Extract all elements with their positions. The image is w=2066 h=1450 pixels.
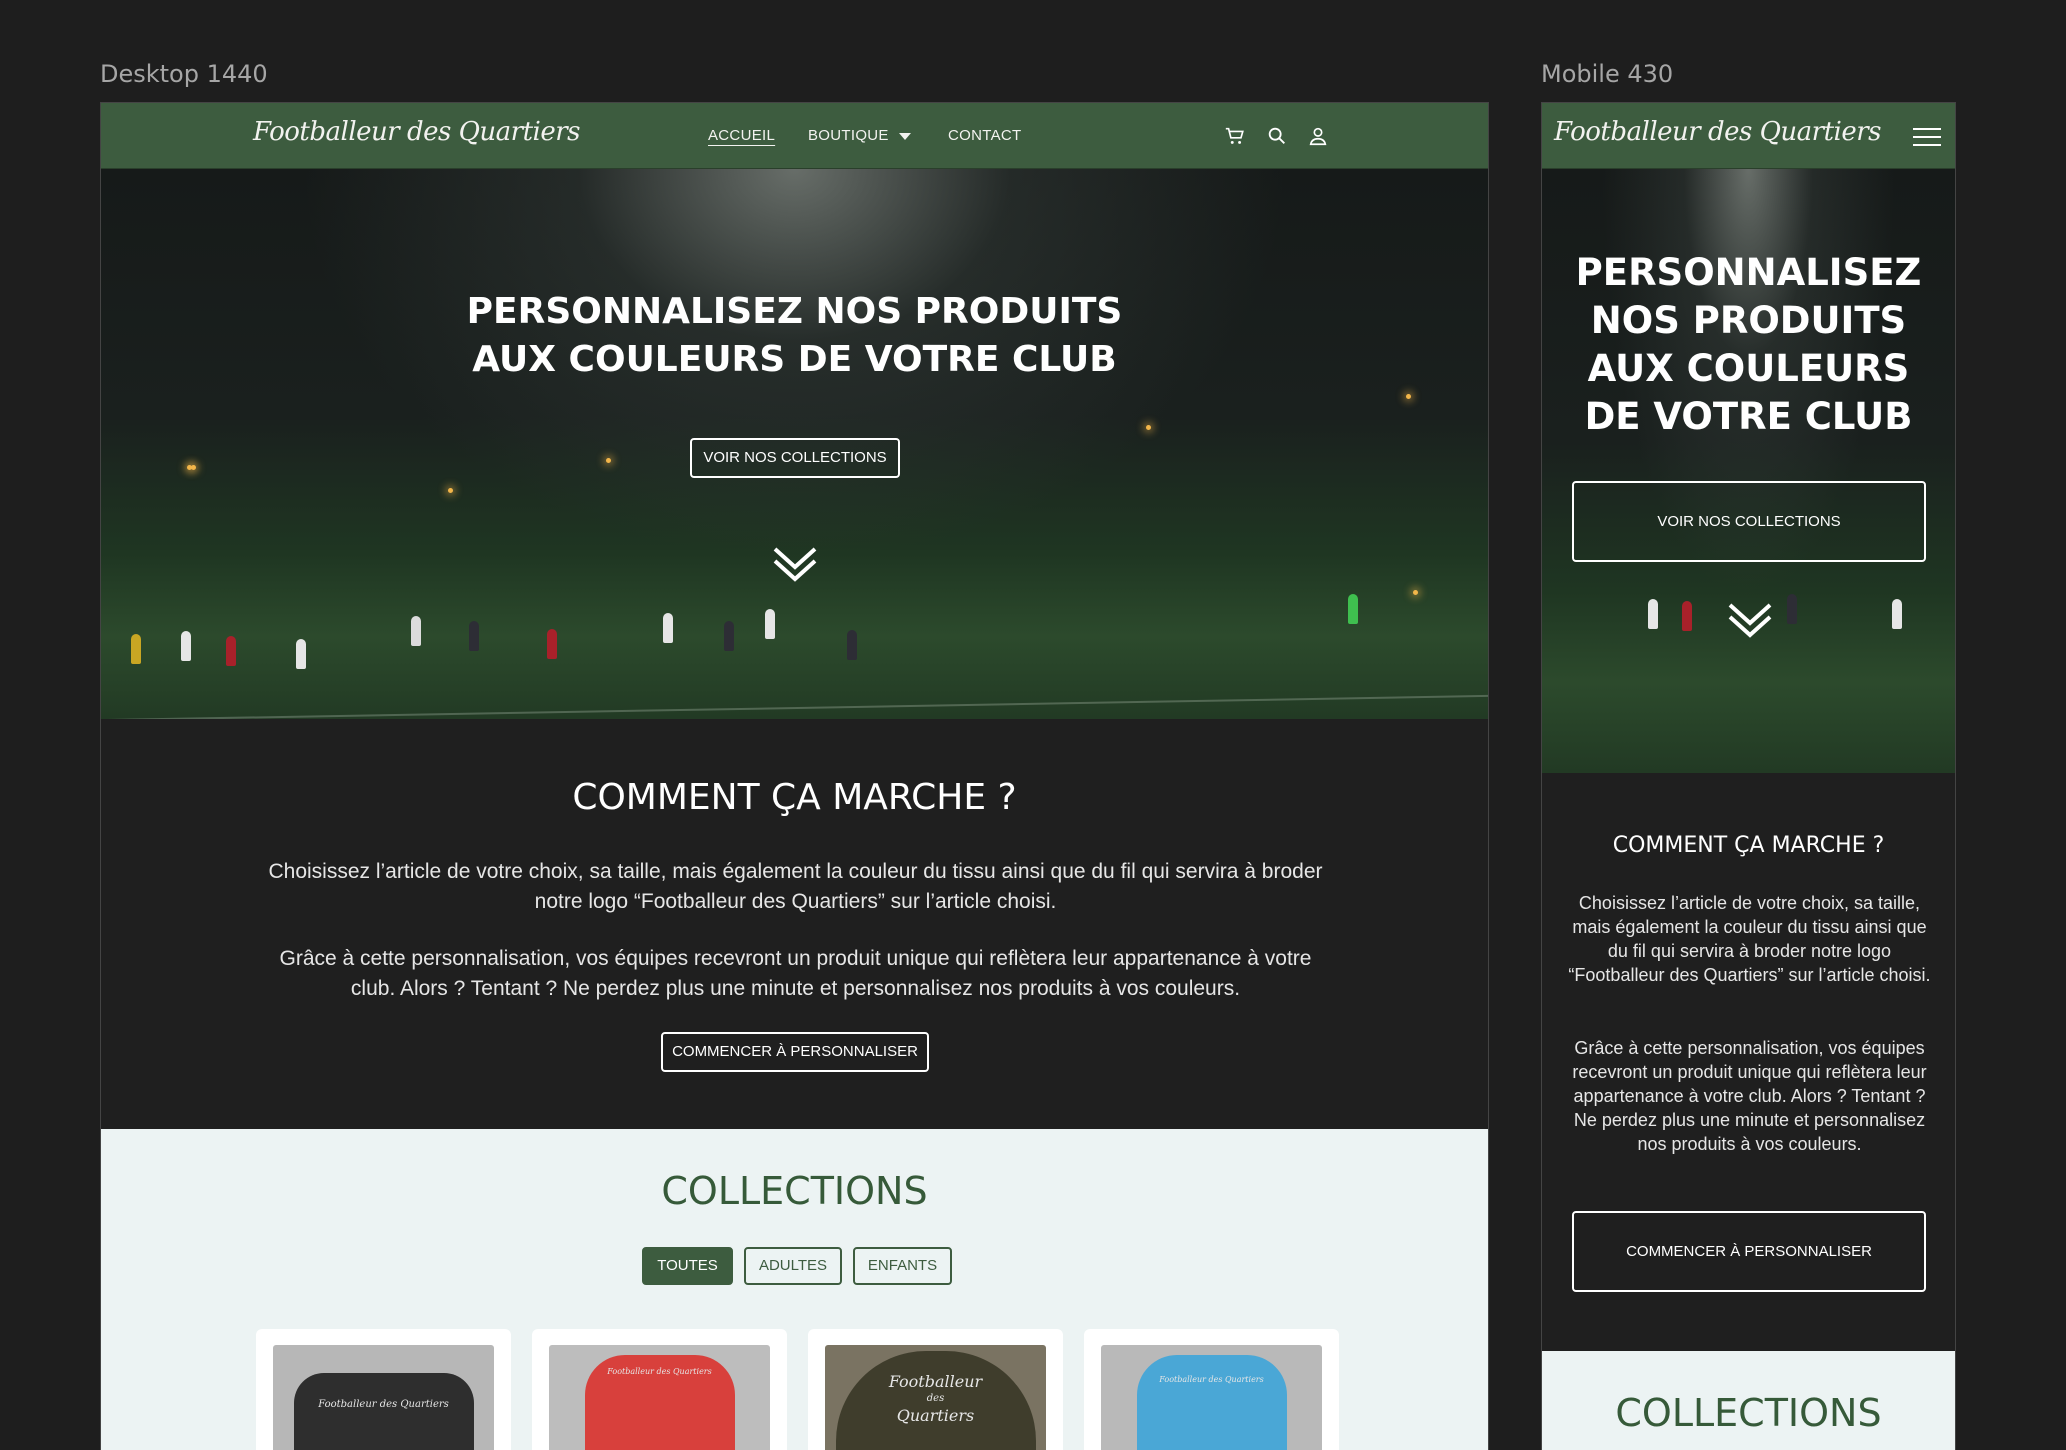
player-figure	[131, 634, 141, 664]
nav-contact[interactable]: CONTACT	[948, 127, 1021, 144]
hero-title-line: PERSONNALISEZ	[1575, 251, 1922, 294]
filter-enfants[interactable]: ENFANTS	[853, 1247, 952, 1285]
hero-title-line: NOS PRODUITS	[1590, 299, 1907, 342]
double-chevron-down-icon[interactable]	[1728, 601, 1772, 641]
search-icon[interactable]	[1266, 125, 1288, 147]
hero-title-line: AUX COULEURS DE VOTRE CLUB	[472, 339, 1117, 380]
hero-title-line: PERSONNALISEZ NOS PRODUITS	[466, 291, 1123, 332]
product-logo: Footballeur des Quartiers	[607, 1367, 712, 1376]
product-image: Footballeur des Quartiers	[825, 1345, 1046, 1450]
hero-title-line: DE VOTRE CLUB	[1584, 395, 1913, 438]
commencer-personnaliser-button[interactable]: COMMENCER À PERSONNALISER	[1572, 1211, 1926, 1292]
stadium-light	[1406, 394, 1411, 399]
product-card[interactable]: Footballeur des Quartiers	[256, 1329, 511, 1450]
user-icon[interactable]	[1307, 125, 1329, 147]
how-it-works-section: COMMENT ÇA MARCHE ? Choisissez l’article…	[101, 719, 1488, 1129]
player-figure	[1682, 601, 1692, 631]
player-figure	[847, 630, 857, 660]
how-paragraph-2: Grâce à cette personnalisation, vos équi…	[279, 947, 1312, 1000]
double-chevron-down-icon[interactable]	[773, 545, 817, 585]
chevron-down-icon	[898, 132, 911, 140]
hoodie-shape	[1136, 1355, 1287, 1450]
voir-collections-button[interactable]: VOIR NOS COLLECTIONS	[690, 438, 900, 478]
mobile-hero-banner: PERSONNALISEZ NOS PRODUITS AUX COULEURS …	[1542, 169, 1955, 773]
player-figure	[547, 629, 557, 659]
collections-section: COLLECTIONS TOUTES ADULTES ENFANTS Footb…	[101, 1129, 1488, 1450]
filter-toutes[interactable]: TOUTES	[642, 1247, 733, 1285]
player-figure	[226, 636, 236, 666]
player-figure	[1648, 599, 1658, 629]
mobile-frame-label: Mobile 430	[1541, 60, 1674, 88]
nav-accueil[interactable]: ACCUEIL	[708, 127, 775, 144]
how-paragraph-2: Grâce à cette personnalisation, vos équi…	[1572, 1038, 1927, 1154]
how-it-works-section: COMMENT ÇA MARCHE ? Choisissez l’article…	[1542, 773, 1955, 1351]
nav-boutique-label: BOUTIQUE	[808, 127, 889, 144]
site-header: Footballeur des Quartiers ACCUEIL BOUTIQ…	[101, 103, 1488, 169]
menu-bar	[1913, 136, 1941, 138]
filter-adultes[interactable]: ADULTES	[744, 1247, 842, 1285]
product-logo: Footballeur des Quartiers	[825, 1373, 1046, 1424]
player-figure	[1892, 599, 1902, 629]
stadium-light	[448, 488, 453, 493]
how-paragraph-1: Choisissez l’article de votre choix, sa …	[1568, 893, 1931, 985]
product-image: Footballeur des Quartiers	[1101, 1345, 1322, 1450]
t-shirt-shape	[293, 1373, 474, 1450]
nav-boutique[interactable]: BOUTIQUE	[808, 127, 911, 144]
cap-logo-line: Footballeur	[888, 1372, 983, 1391]
collections-title: COLLECTIONS	[661, 1169, 928, 1213]
player-figure	[1787, 594, 1797, 624]
mobile-header: Footballeur des Quartiers	[1542, 103, 1955, 169]
player-figure	[411, 616, 421, 646]
desktop-frame: Footballeur des Quartiers ACCUEIL BOUTIQ…	[100, 102, 1489, 1450]
menu-bar	[1913, 144, 1941, 146]
product-image: Footballeur des Quartiers	[273, 1345, 494, 1450]
menu-icon[interactable]	[1913, 128, 1941, 146]
commencer-personnaliser-button[interactable]: COMMENCER À PERSONNALISER	[661, 1032, 929, 1072]
brand-logo[interactable]: Footballeur des Quartiers	[253, 117, 581, 147]
field-line	[101, 694, 1488, 719]
player-figure	[181, 631, 191, 661]
hero-title: PERSONNALISEZ NOS PRODUITS AUX COULEURS …	[101, 288, 1488, 384]
mobile-frame: Footballeur des Quartiers PERSONNALISEZ …	[1541, 102, 1956, 1450]
player-figure	[724, 621, 734, 651]
player-figure	[663, 613, 673, 643]
player-figure	[765, 609, 775, 639]
product-logo: Footballeur des Quartiers	[318, 1399, 449, 1410]
product-card[interactable]: Footballeur des Quartiers	[532, 1329, 787, 1450]
stadium-light	[606, 458, 611, 463]
desktop-frame-label: Desktop 1440	[100, 60, 268, 88]
stadium-light	[1413, 590, 1418, 595]
cap-logo-line: Quartiers	[896, 1406, 975, 1425]
how-paragraph-1: Choisissez l’article de votre choix, sa …	[268, 860, 1323, 913]
stadium-light	[1146, 425, 1151, 430]
player-figure	[469, 621, 479, 651]
collections-section: COLLECTIONS	[1542, 1351, 1955, 1450]
collections-title: COLLECTIONS	[1615, 1391, 1882, 1435]
player-figure	[1348, 594, 1358, 624]
menu-bar	[1913, 128, 1941, 130]
product-card[interactable]: Footballeur des Quartiers	[808, 1329, 1063, 1450]
player-figure	[296, 639, 306, 669]
cart-icon[interactable]	[1224, 125, 1246, 147]
product-image: Footballeur des Quartiers	[549, 1345, 770, 1450]
how-title: COMMENT ÇA MARCHE ?	[1612, 833, 1885, 858]
hero-title: PERSONNALISEZ NOS PRODUITS AUX COULEURS …	[1542, 249, 1955, 441]
how-title: COMMENT ÇA MARCHE ?	[572, 777, 1017, 818]
voir-collections-button[interactable]: VOIR NOS COLLECTIONS	[1572, 481, 1926, 562]
hero-banner: PERSONNALISEZ NOS PRODUITS AUX COULEURS …	[101, 169, 1488, 719]
stadium-light	[191, 465, 196, 470]
brand-logo[interactable]: Footballeur des Quartiers	[1554, 117, 1882, 147]
cap-logo-line: des	[926, 1393, 945, 1404]
product-card[interactable]: Footballeur des Quartiers	[1084, 1329, 1339, 1450]
product-logo: Footballeur des Quartiers	[1159, 1375, 1264, 1384]
hero-title-line: AUX COULEURS	[1587, 347, 1910, 390]
